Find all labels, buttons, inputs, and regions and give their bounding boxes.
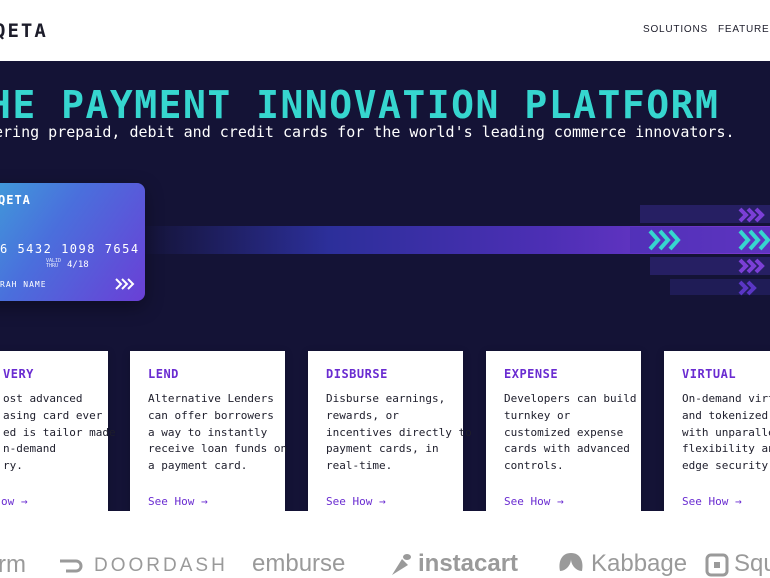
feature-card-virtual[interactable]: VIRTUAL On-demand virtu and tokenized ca… xyxy=(664,351,770,511)
top-navigation-bar: QETA SOLUTIONS FEATURES xyxy=(0,0,770,61)
see-how-link[interactable]: See How → xyxy=(504,495,564,508)
feature-title: VIRTUAL xyxy=(682,367,737,381)
feature-title: EXPENSE xyxy=(504,367,559,381)
feature-description: Disburse earnings, rewards, or incentive… xyxy=(326,392,472,473)
nav-solutions-link[interactable]: SOLUTIONS xyxy=(643,24,708,35)
customer-logo: Squ xyxy=(734,550,770,577)
chevron-arrows-graphic xyxy=(630,205,770,296)
feature-card-delivery[interactable]: VERY ost advanced asing card ever ed is … xyxy=(0,351,116,511)
see-how-link[interactable]: See How → xyxy=(326,495,386,508)
feature-card-expense[interactable]: EXPENSE Developers can build turnkey or … xyxy=(486,351,641,511)
feature-card-lend[interactable]: LEND Alternative Lenders can offer borro… xyxy=(130,351,287,511)
kabbage-leaf-icon xyxy=(559,553,583,571)
feature-title: LEND xyxy=(148,367,179,381)
feature-title: DISBURSE xyxy=(326,367,388,381)
feature-card-disburse[interactable]: DISBURSE Disburse earnings, rewards, or … xyxy=(308,351,472,511)
marqeta-logo[interactable]: QETA xyxy=(0,20,48,42)
hero-subtitle: ering prepaid, debit and credit cards fo… xyxy=(0,123,735,141)
hero-title: HE PAYMENT INNOVATION PLATFORM xyxy=(0,83,720,127)
customer-logo: DOORDASH xyxy=(94,555,228,576)
customer-logo: instacart xyxy=(418,550,519,577)
customer-logos-strip: rm DOORDASH emburse instacart Kabbage Sq… xyxy=(0,545,770,578)
nav-features-link[interactable]: FEATURES xyxy=(718,24,770,35)
see-how-link[interactable]: ow → xyxy=(1,495,28,508)
see-how-link[interactable]: See How → xyxy=(148,495,208,508)
customer-logo: emburse xyxy=(252,550,346,577)
hero-section: HE PAYMENT INNOVATION PLATFORM ering pre… xyxy=(0,61,770,511)
card-valid-thru-label: VALID THRU xyxy=(46,258,62,269)
feature-description: Developers can build turnkey or customiz… xyxy=(504,392,637,473)
card-chevron-icon xyxy=(115,278,135,290)
feature-description: Alternative Lenders can offer borrowers … xyxy=(148,392,288,473)
card-brand: QETA xyxy=(0,193,31,207)
see-how-link[interactable]: See How → xyxy=(682,495,742,508)
card-number: 6 5432 1098 7654 xyxy=(0,242,140,256)
customer-logo: rm xyxy=(0,551,26,578)
doordash-icon xyxy=(60,559,83,573)
square-logo-icon xyxy=(705,553,729,577)
feature-description: On-demand virtu and tokenized ca with un… xyxy=(682,392,770,473)
carrot-icon xyxy=(392,554,411,575)
customer-logo: Kabbage xyxy=(591,550,688,577)
payment-card-graphic: QETA 6 5432 1098 7654 VALID THRU 4/18 RAH… xyxy=(0,183,145,301)
feature-title: VERY xyxy=(3,367,34,381)
card-holder-name: RAH NAME xyxy=(0,280,47,289)
card-expiry: 4/18 xyxy=(67,260,89,270)
